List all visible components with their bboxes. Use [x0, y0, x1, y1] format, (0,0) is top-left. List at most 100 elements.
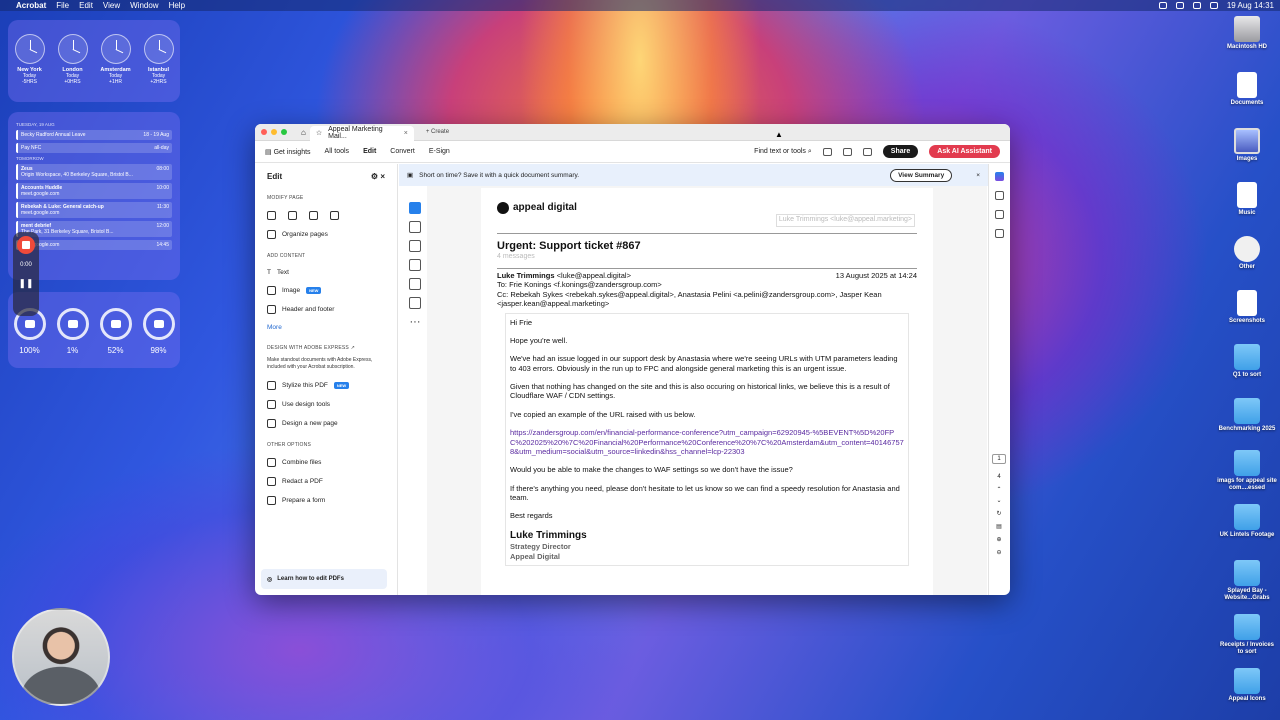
tab-edit[interactable]: Edit: [363, 148, 376, 155]
prepare-form-button[interactable]: Prepare a form: [267, 496, 385, 505]
comment-icon[interactable]: [995, 191, 1004, 200]
settings-icon[interactable]: ⚙: [371, 172, 378, 181]
desktop-icon-appeal-icons[interactable]: Appeal Icons: [1217, 668, 1277, 703]
chevron-down-icon[interactable]: ⌄: [992, 497, 1006, 504]
zoom-window-button[interactable]: [281, 129, 287, 135]
mouse-cursor-icon: ▲: [775, 130, 783, 139]
status-icon[interactable]: [1175, 2, 1184, 9]
menu-view[interactable]: View: [103, 1, 120, 10]
design-tools-button[interactable]: Use design tools: [267, 400, 385, 409]
delete-icon[interactable]: [309, 211, 318, 220]
calendar-event[interactable]: Accounts Huddle meet.google.com 10:00: [16, 183, 172, 199]
desktop-icon-screenshots[interactable]: Screenshots: [1217, 290, 1277, 325]
tab-convert[interactable]: Convert: [390, 148, 415, 155]
stamp-tool-icon[interactable]: [409, 297, 421, 309]
more-link[interactable]: More: [267, 324, 385, 331]
rotate-icon[interactable]: [267, 211, 276, 220]
design-page-button[interactable]: Design a new page: [267, 419, 385, 428]
menu-help[interactable]: Help: [169, 1, 185, 10]
find-text-button[interactable]: Find text or tools ⌕: [754, 148, 812, 156]
tab-esign[interactable]: E-Sign: [429, 148, 450, 155]
desktop-icon-music[interactable]: Music: [1217, 182, 1277, 217]
print-icon[interactable]: [862, 147, 872, 156]
more-tools-icon[interactable]: ···: [410, 316, 421, 328]
save-icon[interactable]: [822, 147, 832, 156]
calendar-event[interactable]: Pay NFC all-day: [16, 143, 172, 153]
pdf-page[interactable]: appeal digital Luke Trimmings <luke@appe…: [481, 188, 933, 595]
close-banner-icon[interactable]: ×: [976, 172, 980, 179]
pause-icon[interactable]: ❚❚: [13, 278, 39, 289]
current-page[interactable]: 1: [992, 454, 1006, 464]
redact-button[interactable]: Redact a PDF: [267, 477, 385, 486]
extract-icon[interactable]: [330, 211, 339, 220]
wifi-icon[interactable]: [1192, 2, 1201, 9]
document-viewer[interactable]: appeal digital Luke Trimmings <luke@appe…: [427, 186, 987, 595]
home-icon[interactable]: ⌂: [301, 128, 306, 137]
calendar-event[interactable]: Becky Radford Annual Leave 18 - 19 Aug: [16, 130, 172, 140]
desktop-icon-benchmarking-2025[interactable]: Benchmarking 2025: [1217, 398, 1277, 433]
example-url[interactable]: https://zandersgroup.com/en/financial-pe…: [510, 428, 904, 456]
select-tool-icon[interactable]: [409, 202, 421, 214]
header-footer-button[interactable]: Header and footer: [267, 305, 385, 314]
save-page-icon[interactable]: ▤: [992, 523, 1006, 530]
chevron-up-icon[interactable]: ⌃: [992, 486, 1006, 493]
create-tab-button[interactable]: + Create: [426, 129, 449, 135]
menu-clock[interactable]: 19 Aug 14:31: [1227, 1, 1274, 10]
tab-all-tools[interactable]: All tools: [325, 148, 350, 155]
desktop-icon-imags-for-appeal-site-com-essed[interactable]: imags for appeal site com....essed: [1217, 450, 1277, 492]
menu-app-name[interactable]: Acrobat: [16, 1, 46, 10]
desktop-icon-documents[interactable]: Documents: [1217, 72, 1277, 107]
calendar-event[interactable]: Zeus Origin Workspace, 40 Berkeley Square…: [16, 164, 172, 180]
get-insights-button[interactable]: ▤ Get insights: [265, 148, 311, 156]
organize-pages-button[interactable]: Organize pages: [267, 230, 385, 239]
draw-tool-icon[interactable]: [409, 240, 421, 252]
ai-icon[interactable]: [995, 172, 1004, 181]
control-center-icon[interactable]: [1209, 2, 1218, 9]
add-image-button[interactable]: Image NEW: [267, 286, 385, 295]
share-button[interactable]: Share: [882, 145, 919, 158]
learn-edit-banner[interactable]: ◎ Learn how to edit PDFs: [261, 569, 387, 589]
star-icon[interactable]: ☆: [316, 129, 322, 137]
combine-files-button[interactable]: Combine files: [267, 458, 385, 467]
text-tool-icon[interactable]: [409, 278, 421, 290]
desktop-icon-q1-to-sort[interactable]: Q1 to sort: [1217, 344, 1277, 379]
pages-icon[interactable]: [995, 229, 1004, 238]
zoom-tool-icon[interactable]: [409, 221, 421, 233]
tab-title: Appeal Marketing Mail...: [328, 126, 383, 140]
stop-record-button[interactable]: [17, 236, 35, 254]
status-icon[interactable]: [1158, 2, 1167, 9]
menu-edit[interactable]: Edit: [79, 1, 93, 10]
desktop-icon-uk-lintels-footage[interactable]: UK Lintels Footage: [1217, 504, 1277, 539]
battery-airpods: 1%: [55, 308, 91, 368]
world-clock-widget[interactable]: New York Today -5HRS London Today +0HRS Amst…: [8, 20, 180, 102]
stylize-pdf-button[interactable]: Stylize this PDF NEW: [267, 381, 385, 390]
document-tab[interactable]: ☆ Appeal Marketing Mail... ×: [309, 125, 414, 141]
menu-window[interactable]: Window: [130, 1, 158, 10]
zoom-in-icon[interactable]: ⊕: [992, 536, 1006, 543]
minimize-window-button[interactable]: [271, 129, 277, 135]
view-summary-button[interactable]: View Summary: [890, 168, 953, 182]
lasso-tool-icon[interactable]: [409, 259, 421, 271]
close-tab-icon[interactable]: ×: [404, 130, 408, 137]
desktop-icon-receipts-invoices-to-sort[interactable]: Receipts / Invoices to sort: [1217, 614, 1277, 656]
menu-file[interactable]: File: [56, 1, 69, 10]
add-text-button[interactable]: T Text: [267, 269, 385, 276]
desktop-icon-images[interactable]: Images: [1217, 128, 1277, 163]
desktop-icon-macintosh-hd[interactable]: Macintosh HD: [1217, 16, 1277, 51]
calendar-event[interactable]: ment debrief The Park, 31 Berkeley Square…: [16, 221, 172, 237]
upload-icon[interactable]: [842, 147, 852, 156]
zoom-out-icon[interactable]: ⊖: [992, 549, 1006, 556]
calendar-event[interactable]: meet.google.com 14:45: [16, 240, 172, 250]
close-panel-icon[interactable]: ×: [380, 172, 385, 181]
close-window-button[interactable]: [261, 129, 267, 135]
calendar-event[interactable]: Rebekah & Luke: General catch-up meet.goo…: [16, 202, 172, 218]
refresh-icon[interactable]: ↻: [992, 510, 1006, 517]
summary-banner: ▣ Short on time? Save it with a quick do…: [399, 164, 988, 186]
ai-assistant-button[interactable]: Ask AI Assistant: [929, 145, 1000, 158]
desktop-icon-other[interactable]: Other: [1217, 236, 1277, 271]
clock-istanbul: Istanbul Today +2HRS: [140, 34, 178, 102]
bookmark-icon[interactable]: [995, 210, 1004, 219]
insert-page-icon[interactable]: [288, 211, 297, 220]
quick-tools-strip: ···: [405, 194, 425, 344]
desktop-icon-splayed-bay-website-grabs[interactable]: Splayed Bay - Website...Grabs: [1217, 560, 1277, 602]
